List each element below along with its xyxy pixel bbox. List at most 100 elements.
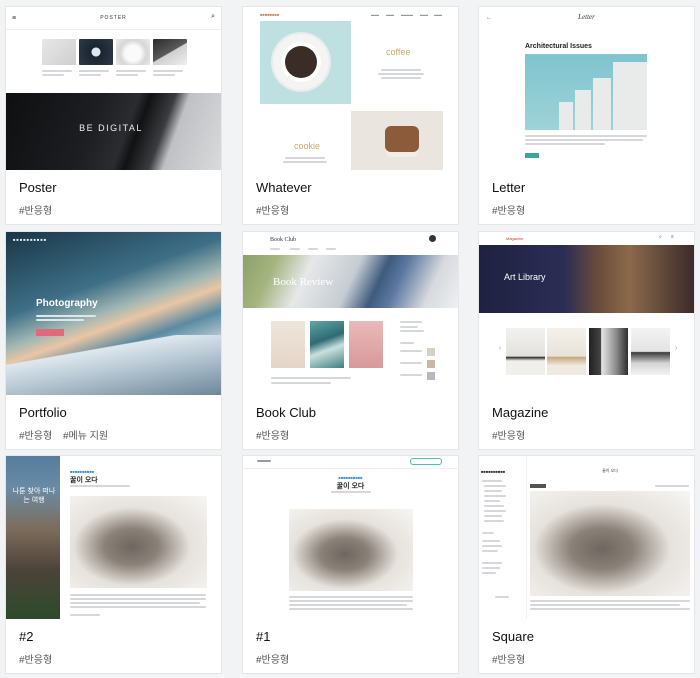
card-caption: Poster #반응형	[19, 179, 60, 217]
skin-card-2[interactable]: 나툰 찾아 떠나 는 여행 ■■■■■■■■■■ 꿀이 오다 #2 #반응형	[5, 455, 222, 674]
skin-thumbnail[interactable]: Magazine ⌕ ≡ Art Library ‹ ›	[479, 232, 694, 395]
hero-banner: BE DIGITAL	[6, 93, 221, 170]
skin-thumbnail[interactable]: ← Letter Architectural Issues	[479, 7, 694, 170]
card-caption: Whatever #반응형	[256, 179, 312, 217]
book-cover	[349, 321, 383, 368]
tag[interactable]: #반응형	[492, 431, 525, 442]
skin-tags: #반응형	[492, 202, 533, 217]
skin-card-portfolio[interactable]: ■■■■■■■■■■ Photography Portfolio #반응형 #메…	[5, 231, 222, 450]
skin-card-letter[interactable]: ← Letter Architectural Issues Letter #반응…	[478, 6, 695, 225]
skin-tags: #반응형 #메뉴 지원	[19, 427, 116, 442]
skin-thumbnail[interactable]: 나툰 찾아 떠나 는 여행 ■■■■■■■■■■ 꿀이 오다	[6, 456, 221, 619]
card-caption: Letter #반응형	[492, 179, 533, 217]
hero-text: Book Review	[273, 276, 334, 288]
skin-title[interactable]: Portfolio	[19, 404, 116, 422]
card-caption: #1 #반응형	[256, 628, 297, 666]
card-caption: Square #반응형	[492, 628, 534, 666]
cat-photo	[70, 496, 207, 588]
post-title: 꿀이 오다	[602, 468, 618, 473]
product-image	[116, 39, 150, 65]
gallery-image	[506, 328, 545, 375]
post-title: 꿀이 오다	[336, 483, 365, 490]
book-cover	[271, 321, 305, 368]
tag[interactable]: #반응형	[19, 655, 52, 666]
cat-photo	[289, 509, 413, 591]
skin-thumbnail[interactable]: ■■■■■■■■■■ 꿀이 오다	[243, 456, 458, 619]
gallery-image	[547, 328, 586, 375]
tag[interactable]: #메뉴 지원	[63, 431, 108, 442]
skin-card-magazine[interactable]: Magazine ⌕ ≡ Art Library ‹ › Magazine #반…	[478, 231, 695, 450]
tag[interactable]: #반응형	[256, 655, 289, 666]
sidebar-image: 나툰 찾아 떠나 는 여행	[6, 456, 60, 619]
skin-title[interactable]: Book Club	[256, 404, 316, 422]
product-image	[79, 39, 113, 65]
skin-thumbnail[interactable]: ■■■■■■■■■■ 꿀이 오다	[479, 456, 694, 619]
skin-tags: #반응형	[492, 427, 548, 442]
skin-thumbnail[interactable]: ■■■■■■■■■■ Photography	[6, 232, 221, 395]
book-cover	[310, 321, 344, 368]
skin-card-book-club[interactable]: Book Club Book Review Book Club #반응형	[242, 231, 459, 450]
carousel-next-icon: ›	[675, 345, 678, 352]
skin-title[interactable]: Magazine	[492, 404, 548, 422]
mock-logo: ■■■■■■■■	[260, 12, 280, 17]
product-image	[42, 39, 76, 65]
skin-title[interactable]: #1	[256, 628, 297, 646]
avatar	[429, 235, 436, 242]
skin-thumbnail[interactable]: Book Club Book Review	[243, 232, 458, 395]
skin-title[interactable]: #2	[19, 628, 60, 646]
cta-button	[36, 329, 64, 336]
category-label: ■■■■■■■■■■	[70, 469, 95, 474]
skin-card-poster[interactable]: ≡ POSTER ⌕ BE DIGITAL Poster #반응형	[5, 6, 222, 225]
product-image	[153, 39, 187, 65]
skin-title[interactable]: Letter	[492, 179, 533, 197]
mock-header: ≡ POSTER ⌕	[6, 7, 221, 30]
card-caption: #2 #반응형	[19, 628, 60, 666]
card-caption: Magazine #반응형	[492, 404, 548, 442]
blog-title: ■■■■■■■■■■	[481, 469, 506, 474]
blog-title: 나툰 찾아 떠나 는 여행	[12, 488, 56, 504]
skin-tags: #반응형	[492, 651, 534, 666]
menu-icon: ≡	[671, 234, 674, 240]
skin-thumbnail[interactable]: ■■■■■■■■ ▬▬ ▬▬ ▬▬▬ ▬▬ ▬▬ coffee cookie	[243, 7, 458, 170]
carousel-prev-icon: ‹	[499, 345, 502, 352]
sidebar: ■■■■■■■■■■	[479, 456, 527, 619]
skin-tags: #반응형	[256, 202, 312, 217]
mock-logo: Letter	[578, 13, 595, 21]
gallery-image	[631, 328, 670, 375]
mock-logo: Book Club	[270, 237, 297, 243]
mock-button	[410, 458, 442, 465]
hero-text: Art Library	[504, 272, 546, 282]
skin-thumbnail[interactable]: ≡ POSTER ⌕ BE DIGITAL	[6, 7, 221, 170]
skin-tags: #반응형	[256, 651, 297, 666]
hero-text: Photography	[36, 298, 98, 309]
skin-tags: #반응형	[256, 427, 316, 442]
tag[interactable]: #반응형	[19, 431, 52, 442]
mock-header: ■■■■■■■■■■	[13, 237, 48, 242]
category-label: ■■■■■■■■■■	[338, 475, 363, 480]
card-caption: Portfolio #반응형 #메뉴 지원	[19, 404, 116, 442]
card-caption: Book Club #반응형	[256, 404, 316, 442]
building-image	[525, 54, 647, 130]
mock-logo: Magazine	[506, 236, 524, 241]
tag[interactable]: #반응형	[19, 206, 52, 217]
skin-card-whatever[interactable]: ■■■■■■■■ ▬▬ ▬▬ ▬▬▬ ▬▬ ▬▬ coffee cookie W…	[242, 6, 459, 225]
skin-card-1[interactable]: ■■■■■■■■■■ 꿀이 오다 #1 #반응형	[242, 455, 459, 674]
skin-tags: #반응형	[19, 651, 60, 666]
tag[interactable]: #반응형	[256, 206, 289, 217]
section-label: cookie	[294, 141, 321, 151]
category-badge	[530, 484, 546, 488]
skin-title[interactable]: Square	[492, 628, 534, 646]
section-label: coffee	[386, 47, 411, 57]
skin-tags: #반응형	[19, 202, 60, 217]
cat-photo	[530, 491, 690, 596]
post-title: 꿀이 오다	[70, 477, 98, 484]
tag[interactable]: #반응형	[492, 206, 525, 217]
read-more-button	[525, 153, 539, 158]
skin-card-square[interactable]: ■■■■■■■■■■ 꿀이 오다 Square #반응형	[478, 455, 695, 674]
hero-text: BE DIGITAL	[79, 123, 143, 133]
tag[interactable]: #반응형	[256, 431, 289, 442]
tag[interactable]: #반응형	[492, 655, 525, 666]
gallery-image	[589, 328, 628, 375]
skin-title[interactable]: Poster	[19, 179, 60, 197]
skin-title[interactable]: Whatever	[256, 179, 312, 197]
